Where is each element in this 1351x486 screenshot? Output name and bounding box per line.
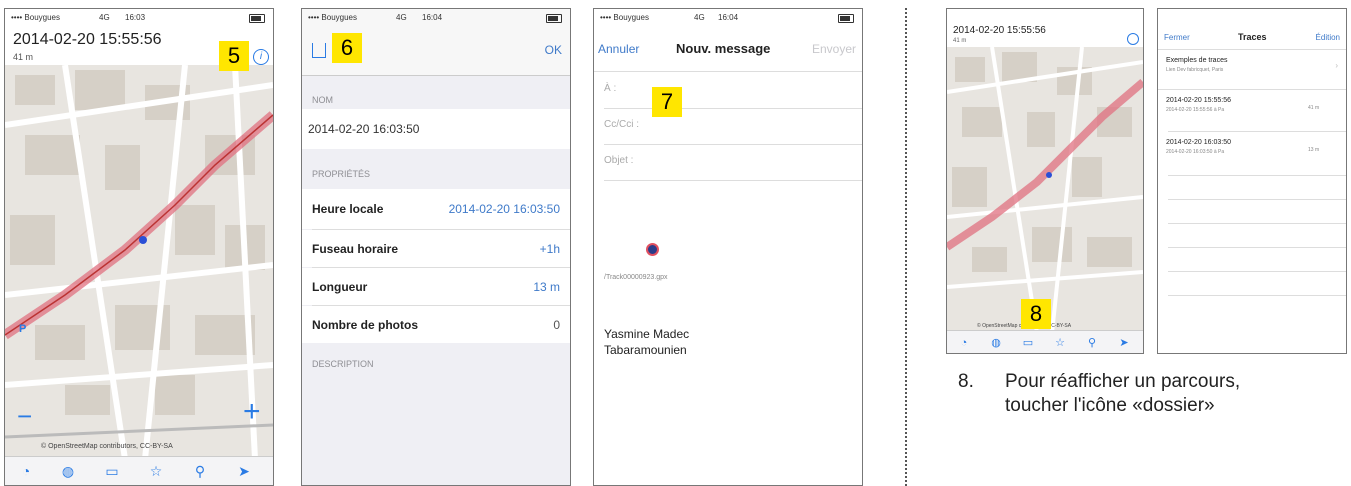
chevron-right-icon: › bbox=[1335, 61, 1338, 70]
divider bbox=[594, 71, 862, 72]
cancel-button[interactable]: Annuler bbox=[598, 42, 639, 56]
callout-5: 5 bbox=[219, 41, 249, 71]
map-canvas bbox=[5, 65, 273, 459]
carrier-label: •••• Bouygues bbox=[308, 13, 358, 22]
status-bar: •••• Bouygues 4G 16:03 bbox=[5, 9, 273, 27]
location-icon[interactable]: ➤ bbox=[1115, 334, 1133, 352]
divider bbox=[1168, 271, 1346, 272]
phone-mail-screen: •••• Bouygues 4G 16:04 Annuler Nouv. mes… bbox=[593, 8, 863, 486]
close-button[interactable]: Fermer bbox=[1164, 33, 1190, 42]
network-label: 4G bbox=[396, 13, 407, 22]
map-attribution: © OpenStreetMap contributors, CC-BY-SA bbox=[41, 443, 173, 450]
folder-icon[interactable]: ▭ bbox=[1019, 334, 1037, 352]
property-row: Longueur 13 m bbox=[302, 268, 570, 305]
share-icon[interactable] bbox=[312, 43, 326, 58]
map-view[interactable]: © OpenStreetMap contributors, CC-BY-SA bbox=[947, 47, 1143, 333]
status-bar bbox=[1158, 9, 1346, 23]
to-field[interactable]: À : bbox=[604, 83, 616, 94]
folder-icon[interactable]: ▭ bbox=[103, 462, 121, 480]
speedometer-icon[interactable]: ◔ bbox=[955, 334, 973, 352]
cc-field[interactable]: Cc/Cci : bbox=[604, 119, 639, 130]
divider bbox=[1168, 223, 1346, 224]
section-header-name: NOM bbox=[302, 95, 570, 109]
property-row: Heure locale 2014-02-20 16:03:50 bbox=[302, 189, 570, 229]
caption-line-1: Pour réafficher un parcours, bbox=[1005, 371, 1241, 392]
phone-small-map: 2014-02-20 15:55:56 41 m © OpenStreetMap… bbox=[946, 8, 1144, 354]
callout-7: 7 bbox=[652, 87, 682, 117]
divider bbox=[604, 108, 862, 109]
network-label: 4G bbox=[694, 13, 705, 22]
divider bbox=[1168, 247, 1346, 248]
list-item[interactable]: 2014-02-20 16:03:50 2014-02-20 16:03:50 … bbox=[1158, 135, 1346, 171]
zoom-in-button[interactable]: + bbox=[243, 395, 261, 429]
search-icon[interactable]: ⚲ bbox=[1083, 334, 1101, 352]
star-icon[interactable]: ☆ bbox=[1051, 334, 1069, 352]
property-row: Nombre de photos 0 bbox=[302, 306, 570, 343]
phone-traces-list: Fermer Traces Édition Exemples de traces… bbox=[1157, 8, 1347, 354]
info-button[interactable] bbox=[1127, 33, 1139, 45]
status-bar: •••• Bouygues 4G 16:04 bbox=[302, 9, 570, 27]
track-distance: 41 m bbox=[953, 38, 967, 44]
signature-line-1: Yasmine Madec bbox=[604, 327, 690, 341]
parking-marker: P bbox=[19, 323, 27, 335]
caption-line-2: toucher l'icône «dossier» bbox=[1005, 395, 1215, 416]
globe-icon[interactable]: ◍ bbox=[59, 462, 77, 480]
search-icon[interactable]: ⚲ bbox=[191, 462, 209, 480]
tab-bar: ◔ ◍ ▭ ☆ ⚲ ➤ bbox=[947, 330, 1143, 353]
divider bbox=[1168, 295, 1346, 296]
traces-title: Traces bbox=[1238, 32, 1267, 42]
divider bbox=[1158, 89, 1346, 90]
ok-button[interactable]: OK bbox=[545, 43, 562, 57]
property-row: Fuseau horaire +1h bbox=[302, 230, 570, 267]
section-header-description: DESCRIPTION bbox=[302, 359, 570, 373]
map-view[interactable]: P − + © OpenStreetMap contributors, CC-B… bbox=[5, 65, 273, 459]
attachment-icon[interactable] bbox=[646, 243, 659, 256]
speedometer-icon[interactable]: ◔ bbox=[17, 462, 35, 480]
status-bar bbox=[947, 9, 1143, 23]
track-distance: 41 m bbox=[13, 52, 34, 62]
callout-8: 8 bbox=[1021, 299, 1051, 329]
phone-properties-screen: •••• Bouygues 4G 16:04 OK 6 NOM 2014-02-… bbox=[301, 8, 571, 486]
tab-bar: ◔ ◍ ▭ ☆ ⚲ ➤ bbox=[5, 456, 273, 485]
battery-icon bbox=[546, 14, 562, 23]
send-button[interactable]: Envoyer bbox=[812, 42, 856, 56]
star-icon[interactable]: ☆ bbox=[147, 462, 165, 480]
subject-field[interactable]: Objet : bbox=[604, 155, 633, 166]
signature-line-2: Tabaramounien bbox=[604, 343, 687, 357]
globe-icon[interactable]: ◍ bbox=[987, 334, 1005, 352]
divider bbox=[1168, 131, 1346, 132]
zoom-out-button[interactable]: − bbox=[17, 401, 32, 432]
message-title: Nouv. message bbox=[676, 41, 771, 56]
map-canvas bbox=[947, 47, 1143, 333]
status-bar: •••• Bouygues 4G 16:04 bbox=[594, 9, 862, 27]
clock-label: 16:04 bbox=[718, 13, 739, 22]
clock-label: 16:04 bbox=[422, 13, 443, 22]
carrier-label: •••• Bouygues bbox=[600, 13, 650, 22]
dotted-separator bbox=[905, 8, 907, 486]
list-item[interactable]: 2014-02-20 15:55:56 2014-02-20 15:55:56 … bbox=[1158, 93, 1346, 129]
carrier-label: •••• Bouygues bbox=[11, 13, 61, 22]
battery-icon bbox=[838, 14, 854, 23]
info-button[interactable]: i bbox=[253, 49, 269, 65]
location-icon[interactable]: ➤ bbox=[235, 462, 253, 480]
clock-label: 16:03 bbox=[125, 13, 146, 22]
caption-number: 8. bbox=[958, 371, 974, 392]
divider bbox=[1168, 199, 1346, 200]
callout-6: 6 bbox=[332, 33, 362, 63]
list-item[interactable]: Exemples de traces Lien Dev fabricquet, … bbox=[1158, 53, 1346, 87]
edit-button[interactable]: Édition bbox=[1316, 33, 1340, 42]
attachment-filename: /Track00000923.gpx bbox=[604, 274, 668, 281]
track-title: 2014-02-20 15:55:56 bbox=[953, 25, 1046, 36]
track-title: 2014-02-20 15:55:56 bbox=[13, 31, 162, 48]
battery-icon bbox=[249, 14, 265, 23]
name-field[interactable]: 2014-02-20 16:03:50 bbox=[302, 109, 570, 149]
network-label: 4G bbox=[99, 13, 110, 22]
phone-map-screen: •••• Bouygues 4G 16:03 2014-02-20 15:55:… bbox=[4, 8, 274, 486]
divider bbox=[604, 180, 862, 181]
divider bbox=[604, 144, 862, 145]
divider bbox=[1158, 49, 1346, 50]
section-header-properties: PROPRIÉTÉS bbox=[302, 169, 570, 183]
divider bbox=[1168, 175, 1346, 176]
